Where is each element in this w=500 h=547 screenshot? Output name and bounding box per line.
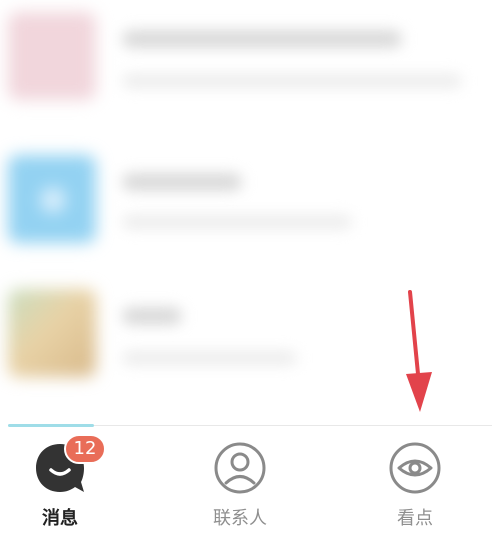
avatar (8, 155, 96, 243)
avatar-glyph (40, 187, 66, 213)
tab-icon-wrap: 12 (32, 434, 106, 496)
chat-preview-blurred (122, 215, 352, 229)
chat-list-item[interactable] (0, 0, 500, 120)
annotation-arrow-icon (406, 290, 432, 412)
eye-icon (389, 442, 441, 494)
tab-label: 看点 (397, 508, 433, 529)
chat-title-blurred (122, 173, 242, 191)
chat-preview-blurred (122, 74, 462, 88)
avatar (8, 289, 96, 377)
chat-title-blurred (122, 30, 402, 48)
tab-label: 消息 (42, 508, 78, 529)
chat-title-blurred (122, 307, 182, 325)
bottom-tab-bar: 12 消息 联系人 看点 (0, 428, 500, 547)
tab-contacts[interactable]: 联系人 (180, 440, 300, 540)
chat-list-item[interactable] (0, 143, 500, 263)
tab-discover[interactable]: 看点 (355, 440, 475, 540)
tab-messages[interactable]: 12 消息 (0, 434, 120, 540)
tab-icon-wrap (387, 440, 443, 496)
screen: 12 消息 联系人 看点 (0, 0, 500, 547)
unread-badge: 12 (64, 434, 106, 464)
active-tab-indicator (8, 424, 94, 427)
tab-icon-wrap (212, 440, 268, 496)
contacts-icon (214, 442, 266, 494)
tab-label: 联系人 (213, 508, 267, 529)
avatar (8, 12, 96, 100)
chat-preview-blurred (122, 351, 297, 365)
